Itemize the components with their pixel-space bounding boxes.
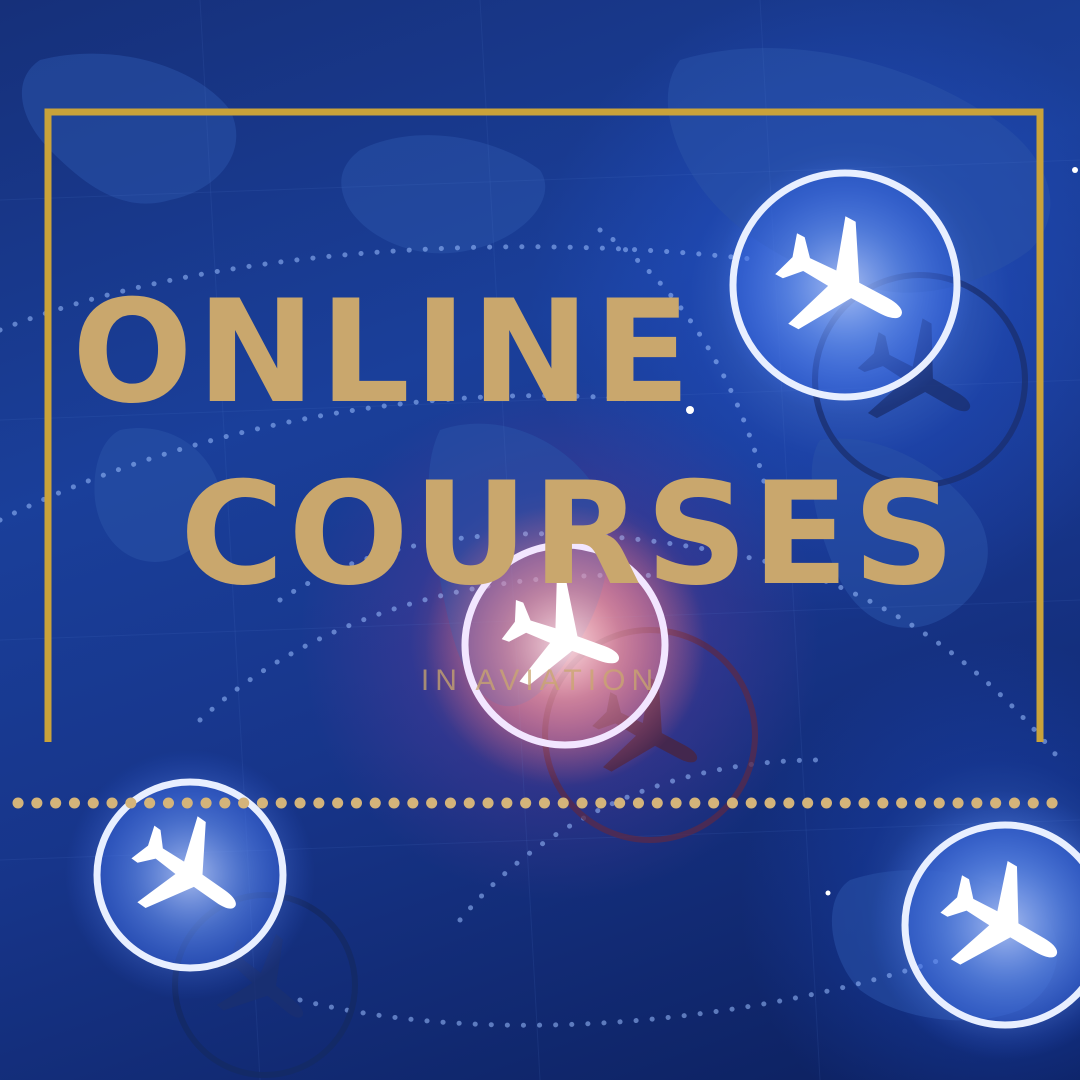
flight-path [297,957,943,1028]
headline-line-2: COURSES [180,452,960,617]
plane-badge-bottom-left [65,750,315,1000]
plane-badge-bottom-right [870,790,1080,1060]
headline-line-1: ONLINE [72,270,695,435]
poster: ONLINE COURSES IN AVIATION [0,0,1080,1080]
subtitle: IN AVIATION [420,664,660,697]
plane-badge-top-right [715,155,975,415]
